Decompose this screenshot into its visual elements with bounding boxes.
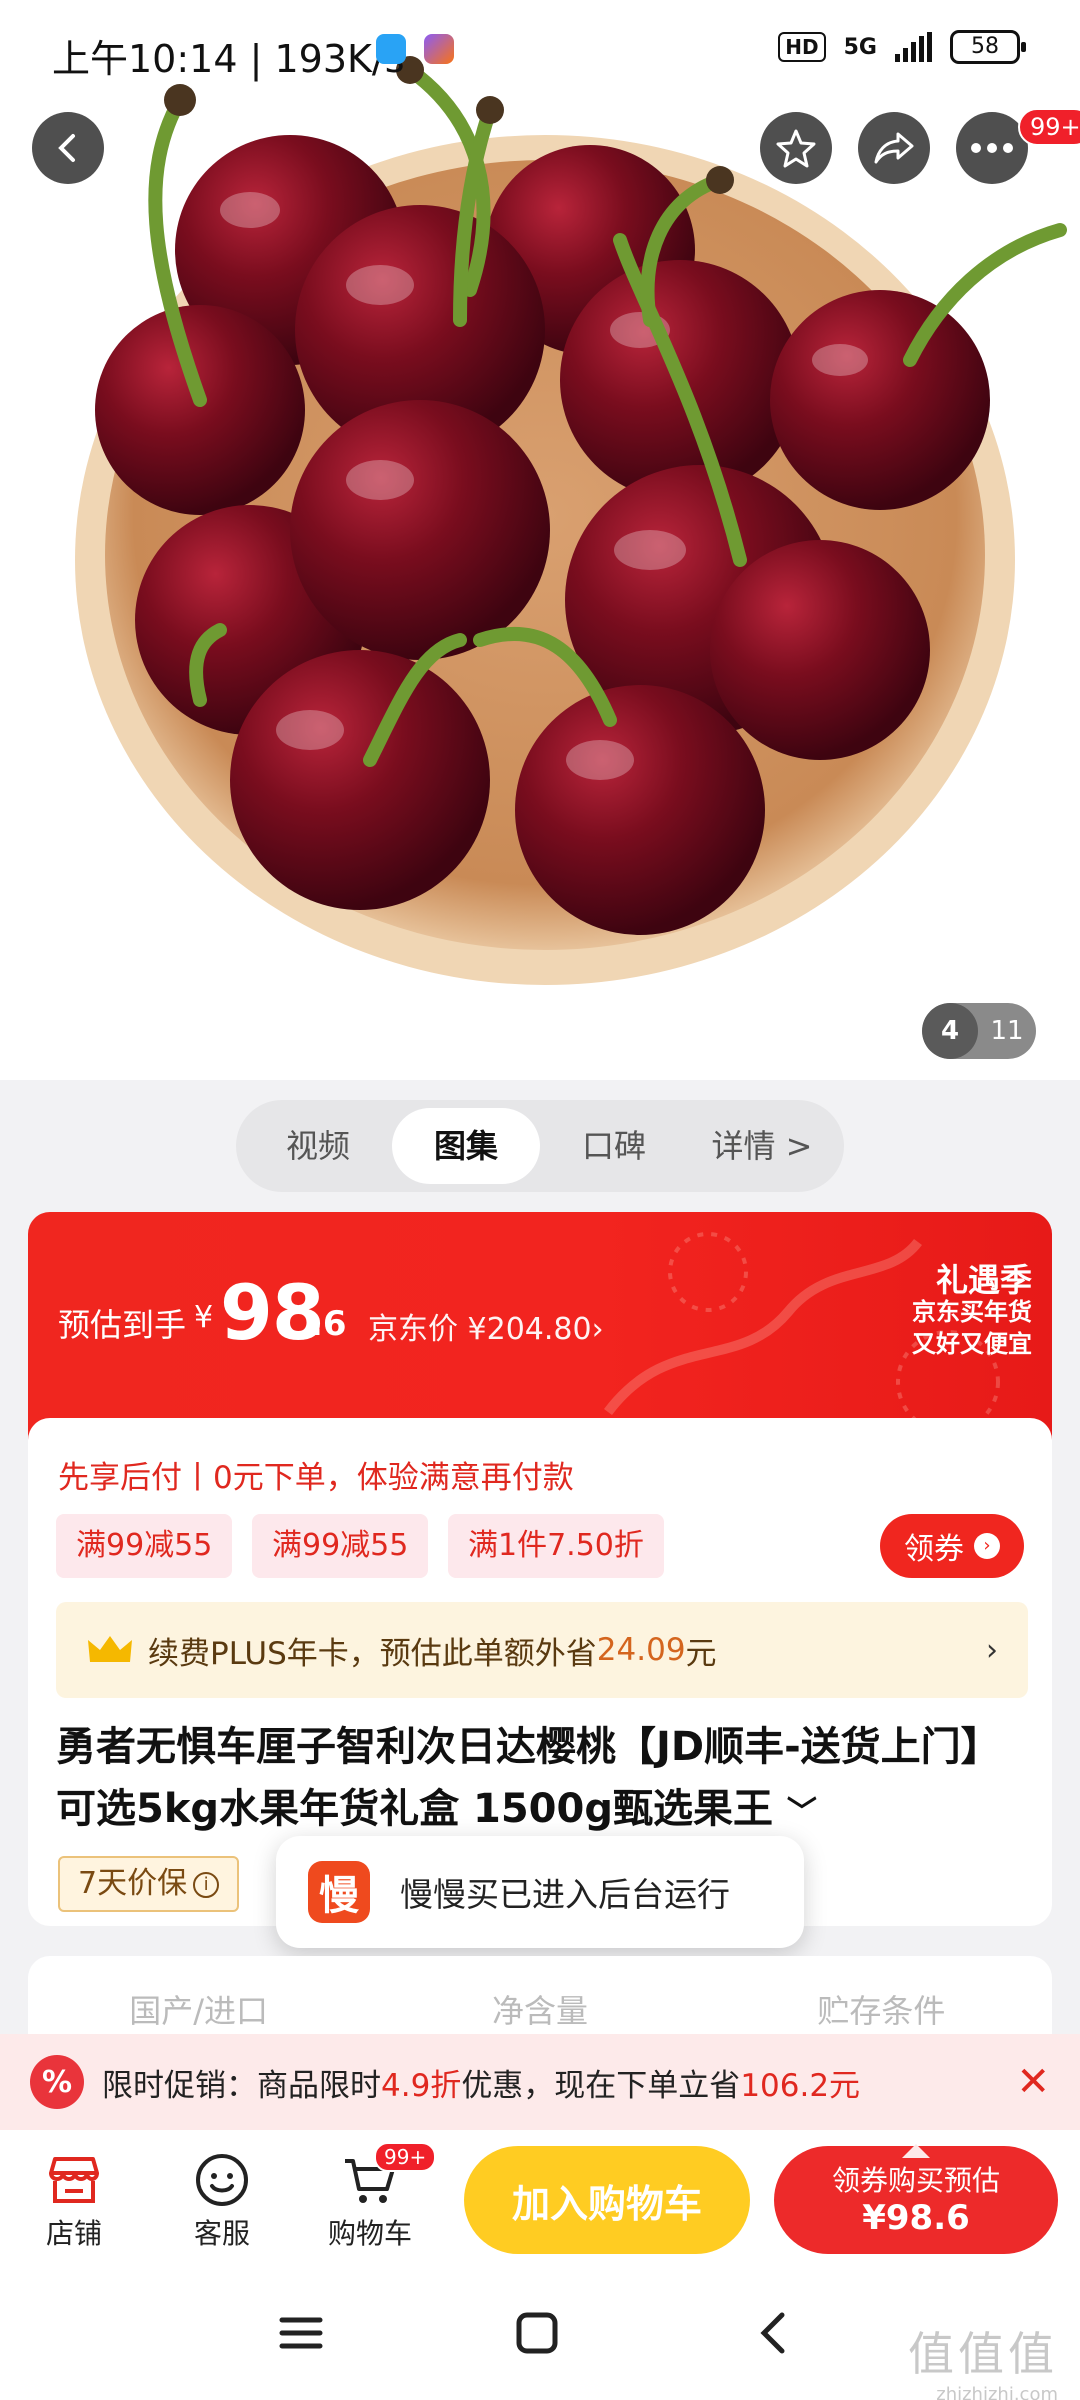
coupon-tag[interactable]: 满1件7.50折	[448, 1514, 664, 1578]
star-icon	[776, 129, 816, 168]
expand-chevron-icon[interactable]: ﹀	[787, 1795, 817, 1830]
media-tabs: 视频 图集 口碑 详情 >	[236, 1100, 844, 1192]
status-bar: 上午10:14 | 193K/s HD 5G 58	[0, 0, 1080, 100]
percent-icon: %	[30, 2055, 84, 2109]
watermark: 值值值 zhizhizhi.com	[908, 2318, 1058, 2400]
plus-text: 续费PLUS年卡，预估此单额外省	[148, 1635, 597, 1672]
hd-indicator: HD	[778, 32, 826, 62]
get-coupon-label: 领券	[904, 1532, 964, 1567]
cart-badge: 99+	[374, 2142, 437, 2172]
bottom-action-bar: 店铺 客服 99+ 购物车 加入购物车 领券购买预估 ¥98.6	[0, 2130, 1080, 2274]
status-time: 上午10:14 | 193K/s	[52, 37, 405, 81]
toast-text: 慢慢买已进入后台运行	[400, 1875, 730, 1914]
promo-save: 106.2元	[740, 2067, 861, 2104]
store-icon	[49, 2157, 99, 2203]
background-running-toast: 慢 慢慢买已进入后台运行	[276, 1836, 804, 1948]
promo-text-mid: 优惠，现在下单立省	[461, 2067, 741, 2104]
pay-later-note[interactable]: 先享后付丨0元下单，体验满意再付款	[58, 1452, 574, 1497]
watermark-url: zhizhizhi.com	[936, 2384, 1058, 2400]
add-to-cart-button[interactable]: 加入购物车	[464, 2146, 750, 2254]
promo-text-pre: 限时促销：商品限时	[102, 2067, 381, 2104]
menu-icon[interactable]	[278, 2310, 324, 2356]
cart-button[interactable]: 99+ 购物车	[310, 2142, 437, 2252]
more-dots-icon	[971, 143, 1013, 153]
product-gallery[interactable]: 上午10:14 | 193K/s HD 5G 58 99+ 4 11	[0, 0, 1080, 1080]
warranty-label: 7天价保	[78, 1866, 188, 1901]
manmanmai-app-icon: 慢	[308, 1861, 370, 1923]
smile-chat-icon	[196, 2154, 248, 2206]
get-coupon-button[interactable]: 领券 ›	[880, 1514, 1024, 1578]
gallery-total: 11	[990, 1016, 1024, 1046]
plus-amount: 24.09	[596, 1632, 686, 1668]
jd-price-link[interactable]: 京东价 ¥204.80›	[368, 1304, 604, 1348]
campaign-line-2: 又好又便宜	[912, 1330, 1032, 1358]
price-currency: ¥	[194, 1300, 214, 1335]
plus-membership-bar[interactable]: 续费PLUS年卡，预估此单额外省 24.09 元 ›	[56, 1602, 1028, 1698]
buy-button-price: ¥98.6	[862, 2198, 970, 2238]
customer-service-label: 客服	[193, 2217, 250, 2250]
share-icon	[874, 132, 914, 164]
tab-details[interactable]: 详情 >	[688, 1108, 836, 1184]
watermark-logo-text: 值值值	[908, 2327, 1058, 2381]
tab-video[interactable]: 视频	[244, 1108, 392, 1184]
product-title-text: 勇者无惧车厘子智利次日达樱桃【JD顺丰-送货上门】可选5kg水果年货礼盒 150…	[56, 1724, 1001, 1832]
estimated-price-label: 预估到手	[58, 1306, 187, 1344]
chevron-right-icon: ›	[974, 1533, 1000, 1559]
campaign-line-1: 京东买年货	[912, 1298, 1032, 1326]
limited-promo-bar[interactable]: % 限时促销：商品限时 4.9折 优惠，现在下单立省 106.2元 ✕	[0, 2034, 1080, 2130]
notification-app-icon	[376, 34, 406, 64]
info-icon: i	[193, 1871, 220, 1898]
promo-discount: 4.9折	[381, 2067, 462, 2104]
network-type: 5G	[843, 34, 877, 60]
plus-unit: 元	[685, 1635, 717, 1672]
store-label: 店铺	[45, 2217, 102, 2250]
chevron-right-icon: ›	[986, 1632, 998, 1668]
store-button[interactable]: 店铺	[14, 2148, 134, 2252]
product-title[interactable]: 勇者无惧车厘子智利次日达樱桃【JD顺丰-送货上门】可选5kg水果年货礼盒 150…	[56, 1716, 1036, 1844]
buy-button-line1: 领券购买预估	[831, 2164, 1000, 2197]
signal-icon	[895, 32, 932, 62]
campaign-title: 礼遇季	[935, 1261, 1032, 1299]
campaign-badge: 礼遇季 京东买年货 又好又便宜	[912, 1264, 1032, 1360]
coupon-buy-button[interactable]: 领券购买预估 ¥98.6	[774, 2144, 1058, 2254]
price-banner: 预估到手 ¥ 98 .6 京东价 ¥204.80› 礼遇季 京东买年货 又好又便…	[28, 1212, 1052, 1452]
price-protection-badge[interactable]: 7天价保 i	[58, 1856, 240, 1912]
tab-gallery[interactable]: 图集	[392, 1108, 540, 1184]
back-arrow-icon	[58, 134, 75, 162]
tab-reviews[interactable]: 口碑	[540, 1108, 688, 1184]
coupon-tag[interactable]: 满99减55	[56, 1514, 233, 1578]
more-badge: 99+	[1018, 108, 1080, 146]
more-button[interactable]	[956, 112, 1028, 184]
battery-icon: 58	[950, 30, 1026, 64]
cart-label: 购物车	[327, 2217, 412, 2250]
favorite-button[interactable]	[760, 112, 832, 184]
customer-service-button[interactable]: 客服	[162, 2148, 282, 2252]
gallery-current: 4	[922, 1003, 978, 1059]
back-button[interactable]	[32, 112, 104, 184]
home-icon[interactable]	[514, 2310, 560, 2356]
estimated-price-decimal: .6	[310, 1304, 347, 1344]
coupon-tag[interactable]: 满99减55	[252, 1514, 429, 1578]
close-icon[interactable]: ✕	[1016, 2059, 1050, 2105]
estimated-price-integer: 98	[220, 1268, 325, 1357]
video-app-icon	[424, 34, 454, 64]
gallery-counter: 4 11	[922, 1003, 1036, 1059]
back-icon[interactable]	[752, 2310, 798, 2356]
share-button[interactable]	[858, 112, 930, 184]
crown-icon	[88, 1636, 132, 1662]
